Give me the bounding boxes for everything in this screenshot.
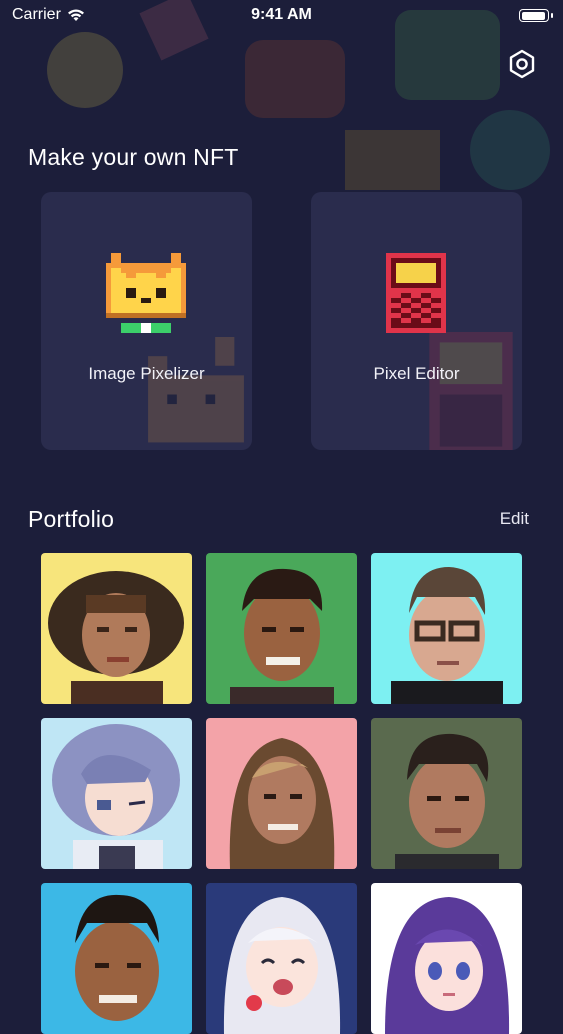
edit-button[interactable]: Edit: [500, 509, 529, 529]
image-pixelizer-card[interactable]: Image Pixelizer: [41, 192, 252, 450]
portrait-image: [391, 567, 503, 704]
portrait-image: [395, 733, 499, 869]
portrait-image: [385, 897, 510, 1034]
portrait-image: [229, 738, 335, 869]
portrait-image: [223, 897, 341, 1034]
pixel-cat-decoration: [148, 337, 244, 443]
pixel-editor-card[interactable]: Pixel Editor: [311, 192, 522, 450]
portrait-image: [230, 568, 334, 704]
portfolio-item-4[interactable]: [41, 718, 192, 869]
portfolio-item-1[interactable]: [41, 553, 192, 704]
settings-icon: [509, 49, 535, 79]
image-pixelizer-label: Image Pixelizer: [88, 364, 205, 383]
section-title-create: Make your own NFT: [28, 144, 239, 170]
portfolio-item-5[interactable]: [206, 718, 357, 869]
portfolio-item-2[interactable]: [206, 553, 357, 704]
portrait-image: [75, 894, 159, 1021]
pixel-cat-icon: [106, 253, 186, 333]
portfolio-item-6[interactable]: [371, 718, 522, 869]
portfolio-item-8[interactable]: [206, 883, 357, 1034]
pixel-editor-label: Pixel Editor: [373, 364, 460, 383]
portfolio-item-7[interactable]: [41, 883, 192, 1034]
portfolio-item-3[interactable]: [371, 553, 522, 704]
portrait-image: [48, 571, 184, 704]
portrait-image: [52, 724, 180, 869]
settings-button[interactable]: [503, 45, 541, 83]
pixel-device-icon: [386, 253, 446, 333]
pixel-device-decoration: [429, 332, 513, 450]
section-title-portfolio: Portfolio: [28, 506, 115, 532]
portfolio-item-9[interactable]: [371, 883, 522, 1034]
